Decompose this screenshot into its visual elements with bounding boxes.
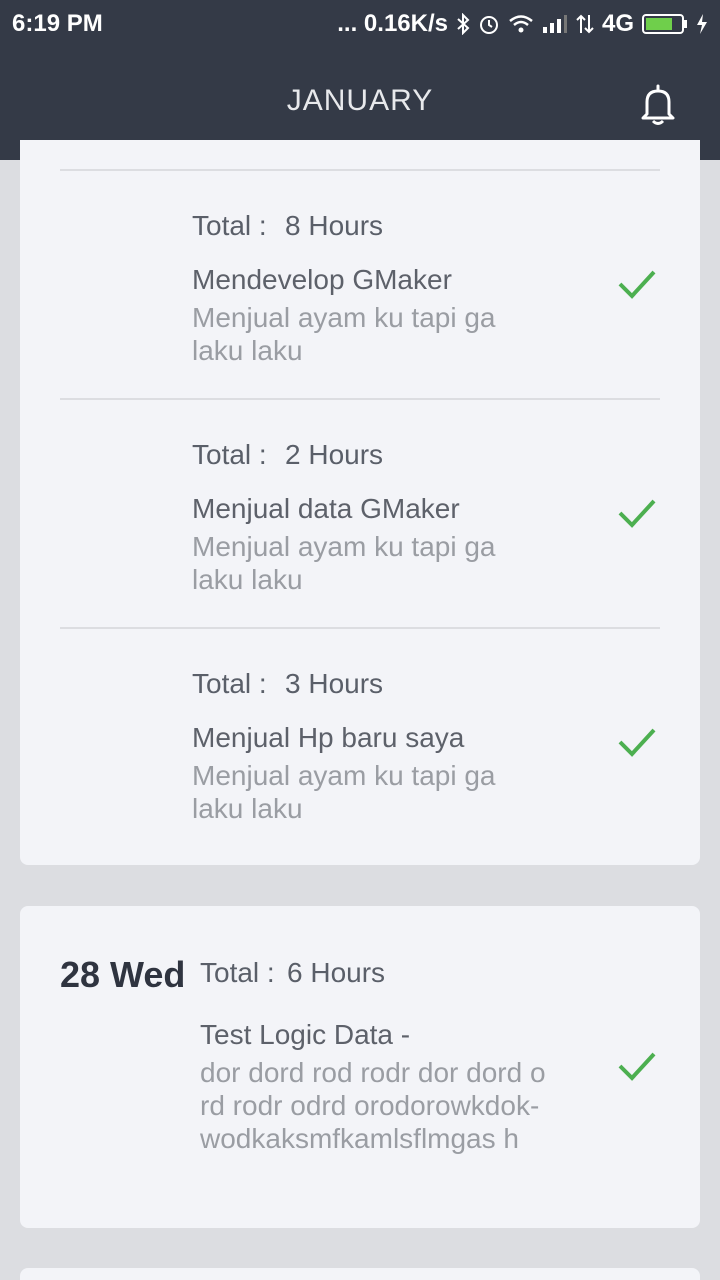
- check-icon: [618, 728, 656, 757]
- check-icon: [618, 270, 656, 299]
- signal-icon: [542, 14, 568, 34]
- divider: [60, 398, 660, 400]
- divider: [60, 627, 660, 629]
- task-title: Menjual data GMaker: [192, 493, 460, 524]
- total-value: 8 Hours: [285, 210, 384, 241]
- task-description: Menjual ayam ku tapi ga laku laku: [192, 302, 496, 366]
- network-type: 4G: [601, 10, 634, 37]
- total-label: Total :: [192, 439, 267, 470]
- status-time: 6:19 PM: [12, 10, 103, 37]
- task-description: Menjual ayam ku tapi ga laku laku: [192, 531, 496, 595]
- network-speed: ... 0.16K/s: [337, 10, 448, 37]
- task-title: Test Logic Data -: [200, 1019, 411, 1050]
- total-label: Total :: [192, 210, 267, 241]
- total-value: 6 Hours: [287, 957, 386, 988]
- check-icon: [618, 499, 656, 528]
- page-title: JANUARY: [286, 84, 434, 117]
- status-bar: 6:19 PM ... 0.16K/s 4G: [0, 0, 720, 48]
- total-value: 2 Hours: [285, 439, 384, 470]
- check-icon: [618, 1052, 656, 1081]
- total-label: Total :: [200, 957, 275, 988]
- day-card: Total : 8 Hours Mendevelop GMaker Menjua…: [20, 140, 700, 865]
- status-right: ... 0.16K/s 4G: [337, 10, 708, 38]
- divider: [60, 169, 660, 171]
- task-description: dor dord rod rodr dor dord ord rodr odrd…: [200, 1057, 546, 1154]
- charging-icon: [696, 13, 708, 35]
- alarm-icon: [478, 13, 500, 35]
- bell-icon[interactable]: [640, 82, 676, 126]
- data-arrows-icon: [576, 13, 594, 35]
- total-value: 3 Hours: [285, 668, 384, 699]
- task-title: Mendevelop GMaker: [192, 264, 452, 295]
- day-card[interactable]: [20, 1268, 700, 1280]
- battery-icon: [642, 13, 688, 35]
- total-label: Total :: [192, 668, 267, 699]
- wifi-icon: [508, 14, 534, 34]
- day-date: 28 Wed: [60, 954, 186, 995]
- bluetooth-icon: [456, 13, 470, 35]
- task-title: Menjual Hp baru saya: [192, 722, 465, 753]
- day-card[interactable]: 28 Wed Total : 6 Hours Test Logic Data -…: [20, 906, 700, 1228]
- task-description: Menjual ayam ku tapi ga laku laku: [192, 760, 496, 824]
